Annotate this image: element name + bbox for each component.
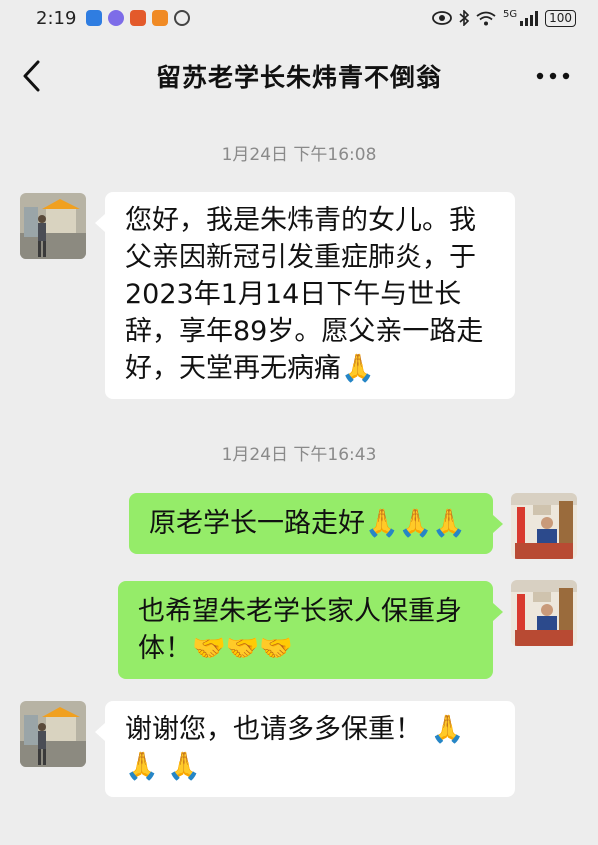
status-bar: 2:19 5G 100 bbox=[0, 0, 598, 36]
network-type: 5G bbox=[502, 8, 518, 20]
loading-icon bbox=[174, 10, 191, 26]
timestamp: 1月24日 下午16:08 bbox=[221, 145, 377, 165]
game-notification-icon bbox=[152, 10, 169, 26]
my-avatar-image bbox=[511, 493, 577, 559]
message-bubble-outgoing[interactable]: 原老学长一路走好🙏🙏🙏 bbox=[129, 493, 503, 554]
wifi-icon bbox=[476, 11, 496, 25]
music-notification-icon bbox=[108, 10, 125, 26]
message-text: 也希望朱老学长家人保重身体！🤝🤝🤝 bbox=[138, 596, 462, 664]
contact-avatar[interactable] bbox=[20, 193, 86, 259]
message-text: 原老学长一路走好🙏🙏🙏 bbox=[149, 508, 466, 539]
chat-header: 留苏老学长朱炜青不倒翁 bbox=[0, 36, 598, 116]
app-notification-icon bbox=[86, 10, 103, 26]
bluetooth-icon bbox=[459, 10, 469, 26]
contact-avatar[interactable] bbox=[20, 701, 86, 767]
message-text: 谢谢您，也请多多保重！ 🙏🙏 🙏 bbox=[125, 714, 465, 782]
back-button[interactable] bbox=[18, 58, 48, 94]
my-avatar[interactable] bbox=[511, 493, 577, 559]
message-bubble-incoming[interactable]: 谢谢您，也请多多保重！ 🙏🙏 🙏 bbox=[95, 701, 515, 797]
more-button[interactable] bbox=[536, 62, 570, 82]
chevron-left-icon bbox=[23, 60, 40, 92]
chat-title: 留苏老学长朱炜青不倒翁 bbox=[155, 63, 442, 92]
status-right: 5G 100 bbox=[432, 8, 576, 27]
message-bubble-incoming[interactable]: 您好，我是朱炜青的女儿。我父亲因新冠引发重症肺炎，于2023年1月14日下午与世… bbox=[95, 192, 515, 399]
map-notification-icon bbox=[130, 10, 147, 26]
signal-icon bbox=[520, 10, 539, 26]
more-icon bbox=[536, 72, 570, 80]
contact-avatar-image bbox=[20, 193, 86, 259]
battery-indicator: 100 bbox=[545, 9, 576, 27]
message-bubble-outgoing[interactable]: 也希望朱老学长家人保重身体！🤝🤝🤝 bbox=[118, 581, 503, 679]
timestamp: 1月24日 下午16:43 bbox=[221, 445, 377, 465]
message-text: 您好，我是朱炜青的女儿。我父亲因新冠引发重症肺炎，于2023年1月14日下午与世… bbox=[125, 205, 484, 384]
my-avatar[interactable] bbox=[511, 580, 577, 646]
eye-icon bbox=[432, 11, 452, 25]
my-avatar-image bbox=[511, 580, 577, 646]
contact-avatar-image bbox=[20, 701, 86, 767]
status-time: 2:19 bbox=[36, 7, 77, 29]
